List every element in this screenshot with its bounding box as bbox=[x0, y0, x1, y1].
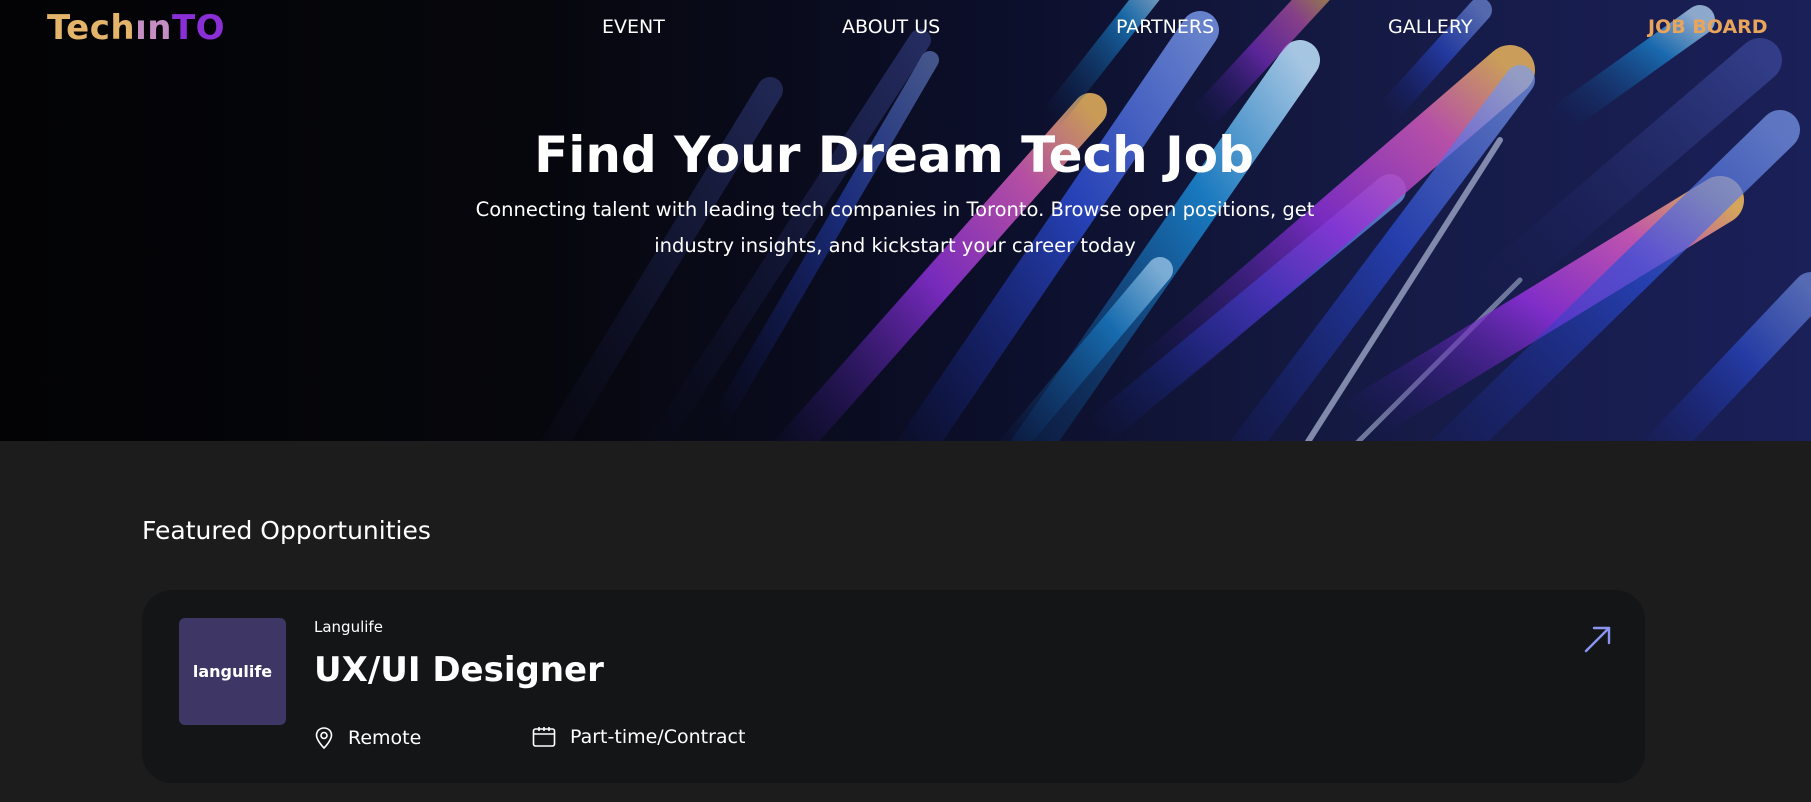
company-logo: langulife bbox=[179, 618, 286, 725]
nav-partners[interactable]: PARTNERS bbox=[1116, 16, 1214, 38]
nav-job-board[interactable]: JOB BOARD bbox=[1648, 16, 1768, 38]
logo-tech-text: Tech bbox=[47, 8, 136, 48]
hero-banner: TechınTO EVENT ABOUT US PARTNERS GALLERY… bbox=[0, 0, 1811, 441]
job-location: Remote bbox=[314, 726, 421, 750]
featured-opportunities-heading: Featured Opportunities bbox=[142, 516, 431, 545]
job-card[interactable]: langulife Langulife UX/UI Designer Remot… bbox=[142, 590, 1645, 783]
map-pin-icon bbox=[315, 727, 333, 750]
company-name: Langulife bbox=[314, 618, 383, 636]
logo-in-text: ın bbox=[135, 8, 172, 48]
page-title: Find Your Dream Tech Job bbox=[534, 126, 1254, 184]
company-logo-text: langulife bbox=[192, 662, 273, 681]
job-type-label: Part-time/Contract bbox=[570, 726, 746, 748]
nav-gallery[interactable]: GALLERY bbox=[1388, 16, 1473, 38]
job-title: UX/UI Designer bbox=[314, 650, 604, 690]
job-location-label: Remote bbox=[348, 727, 422, 749]
techinto-logo[interactable]: TechınTO bbox=[47, 8, 225, 48]
job-type: Part-time/Contract bbox=[532, 726, 745, 748]
nav-about-us[interactable]: ABOUT US bbox=[842, 16, 940, 38]
arrow-up-right-icon[interactable] bbox=[1583, 624, 1613, 654]
nav-event[interactable]: EVENT bbox=[602, 16, 665, 38]
hero-subtitle: Connecting talent with leading tech comp… bbox=[475, 198, 1315, 257]
calendar-icon bbox=[532, 727, 556, 747]
logo-to-text: TO bbox=[171, 8, 226, 48]
